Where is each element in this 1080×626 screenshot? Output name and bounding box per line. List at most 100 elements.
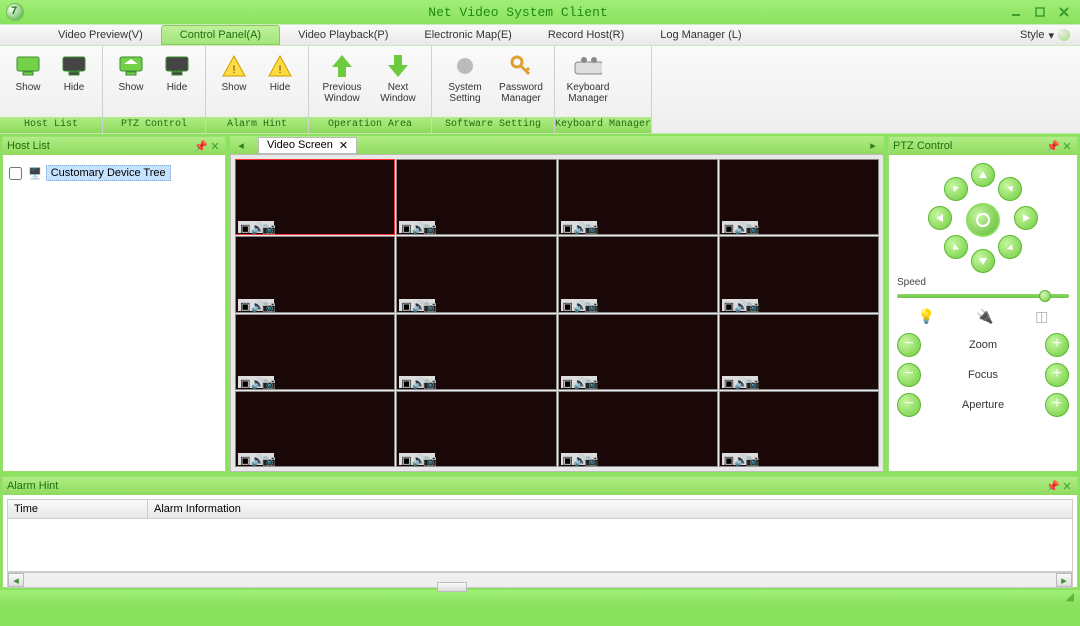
alarm-col-info[interactable]: Alarm Information [148,500,1072,518]
tab-nav-right[interactable]: ▸ [866,139,880,152]
scroll-thumb[interactable] [437,582,467,592]
record-icon[interactable]: 📷 [262,300,272,310]
video-cell[interactable]: ▣🔊📷 [235,314,395,390]
audio-icon[interactable]: 🔊 [735,222,745,232]
tab-control-panel[interactable]: Control Panel(A) [161,25,280,45]
video-cell[interactable]: ▣🔊📷 [396,391,556,467]
ptz-upright-button[interactable] [998,177,1022,201]
video-cell[interactable]: ▣🔊📷 [719,314,879,390]
audio-icon[interactable]: 🔊 [735,454,745,464]
record-icon[interactable]: 📷 [423,222,433,232]
tab-electronic-map[interactable]: Electronic Map(E) [406,25,529,45]
snapshot-icon[interactable]: ▣ [240,222,250,232]
close-icon[interactable]: ✕ [209,140,221,152]
audio-icon[interactable]: 🔊 [251,377,261,387]
snapshot-icon[interactable]: ▣ [563,300,573,310]
record-icon[interactable]: 📷 [746,454,756,464]
pin-icon[interactable]: 📌 [195,140,207,152]
record-icon[interactable]: 📷 [262,454,272,464]
light-icon[interactable]: 💡 [918,308,935,325]
video-cell[interactable]: ▣🔊📷 [558,314,718,390]
ptz-up-button[interactable] [971,163,995,187]
ptz-left-button[interactable] [928,206,952,230]
snapshot-icon[interactable]: ▣ [401,454,411,464]
video-cell[interactable]: ▣🔊📷 [396,159,556,235]
snapshot-icon[interactable]: ▣ [401,377,411,387]
record-icon[interactable]: 📷 [423,300,433,310]
video-screen-tab[interactable]: Video Screen ✕ [258,137,357,154]
audio-icon[interactable]: 🔊 [574,454,584,464]
audio-icon[interactable]: 🔊 [412,222,422,232]
audio-icon[interactable]: 🔊 [574,300,584,310]
audio-icon[interactable]: 🔊 [574,222,584,232]
alarm-show-button[interactable]: !Show [212,50,256,95]
close-icon[interactable]: ✕ [1061,140,1073,152]
ptz-center-button[interactable] [966,203,1000,237]
maximize-button[interactable] [1030,5,1050,19]
next-window-button[interactable]: NextWindow [371,50,425,106]
video-cell[interactable]: ▣🔊📷 [235,159,395,235]
audio-icon[interactable]: 🔊 [251,454,261,464]
video-cell[interactable]: ▣🔊📷 [558,159,718,235]
minimize-button[interactable] [1006,5,1026,19]
pin-icon[interactable]: 📌 [1047,480,1059,492]
close-icon[interactable]: ✕ [339,139,348,152]
record-icon[interactable]: 📷 [585,377,595,387]
record-icon[interactable]: 📷 [585,300,595,310]
audio-icon[interactable]: 🔊 [251,222,261,232]
ptz-zoom-plus-button[interactable]: + [1045,333,1069,357]
close-icon[interactable]: ✕ [1061,480,1073,492]
ptz-aperture-plus-button[interactable]: + [1045,393,1069,417]
style-dropdown[interactable]: Style ▾ [1010,25,1080,45]
snapshot-icon[interactable]: ▣ [724,300,734,310]
ptz-down-button[interactable] [971,249,995,273]
alarm-hide-button[interactable]: !Hide [258,50,302,95]
pin-icon[interactable]: 📌 [1047,140,1059,152]
record-icon[interactable]: 📷 [262,222,272,232]
record-icon[interactable]: 📷 [746,300,756,310]
device-tree-checkbox[interactable] [9,167,22,180]
video-cell[interactable]: ▣🔊📷 [235,391,395,467]
tab-video-playback[interactable]: Video Playback(P) [280,25,406,45]
snapshot-icon[interactable]: ▣ [240,454,250,464]
ptz-focus-minus-button[interactable]: − [897,363,921,387]
tab-nav-left[interactable]: ◂ [234,139,248,152]
close-button[interactable] [1054,5,1074,19]
hostlist-show-button[interactable]: Show [6,50,50,95]
scroll-right-button[interactable]: ▸ [1056,573,1072,587]
audio-icon[interactable]: 🔊 [574,377,584,387]
ptz-downright-button[interactable] [998,235,1022,259]
video-cell[interactable]: ▣🔊📷 [719,391,879,467]
record-icon[interactable]: 📷 [746,377,756,387]
power-icon[interactable]: 🔌 [976,308,993,325]
snapshot-icon[interactable]: ▣ [240,377,250,387]
ptz-right-button[interactable] [1014,206,1038,230]
video-cell[interactable]: ▣🔊📷 [235,236,395,312]
snapshot-icon[interactable]: ▣ [724,222,734,232]
tab-record-host[interactable]: Record Host(R) [530,25,642,45]
snapshot-icon[interactable]: ▣ [240,300,250,310]
snapshot-icon[interactable]: ▣ [724,454,734,464]
ptz-aperture-minus-button[interactable]: − [897,393,921,417]
resize-grip-icon[interactable]: ◢ [1066,590,1074,606]
record-icon[interactable]: 📷 [423,454,433,464]
ptz-show-button[interactable]: Show [109,50,153,95]
password-manager-button[interactable]: PasswordManager [494,50,548,106]
ptz-downleft-button[interactable] [944,235,968,259]
audio-icon[interactable]: 🔊 [412,300,422,310]
tab-video-preview[interactable]: Video Preview(V) [40,25,161,45]
hostlist-hide-button[interactable]: Hide [52,50,96,95]
audio-icon[interactable]: 🔊 [412,454,422,464]
ptz-upleft-button[interactable] [944,177,968,201]
record-icon[interactable]: 📷 [585,222,595,232]
snapshot-icon[interactable]: ▣ [401,300,411,310]
snapshot-icon[interactable]: ▣ [563,454,573,464]
alarm-hscrollbar[interactable]: ◂ ▸ [7,572,1073,588]
speed-slider[interactable] [897,294,1069,298]
tab-log-manager[interactable]: Log Manager (L) [642,25,759,45]
snapshot-icon[interactable]: ▣ [401,222,411,232]
record-icon[interactable]: 📷 [423,377,433,387]
video-cell[interactable]: ▣🔊📷 [719,159,879,235]
video-cell[interactable]: ▣🔊📷 [396,314,556,390]
alarm-col-time[interactable]: Time [8,500,148,518]
